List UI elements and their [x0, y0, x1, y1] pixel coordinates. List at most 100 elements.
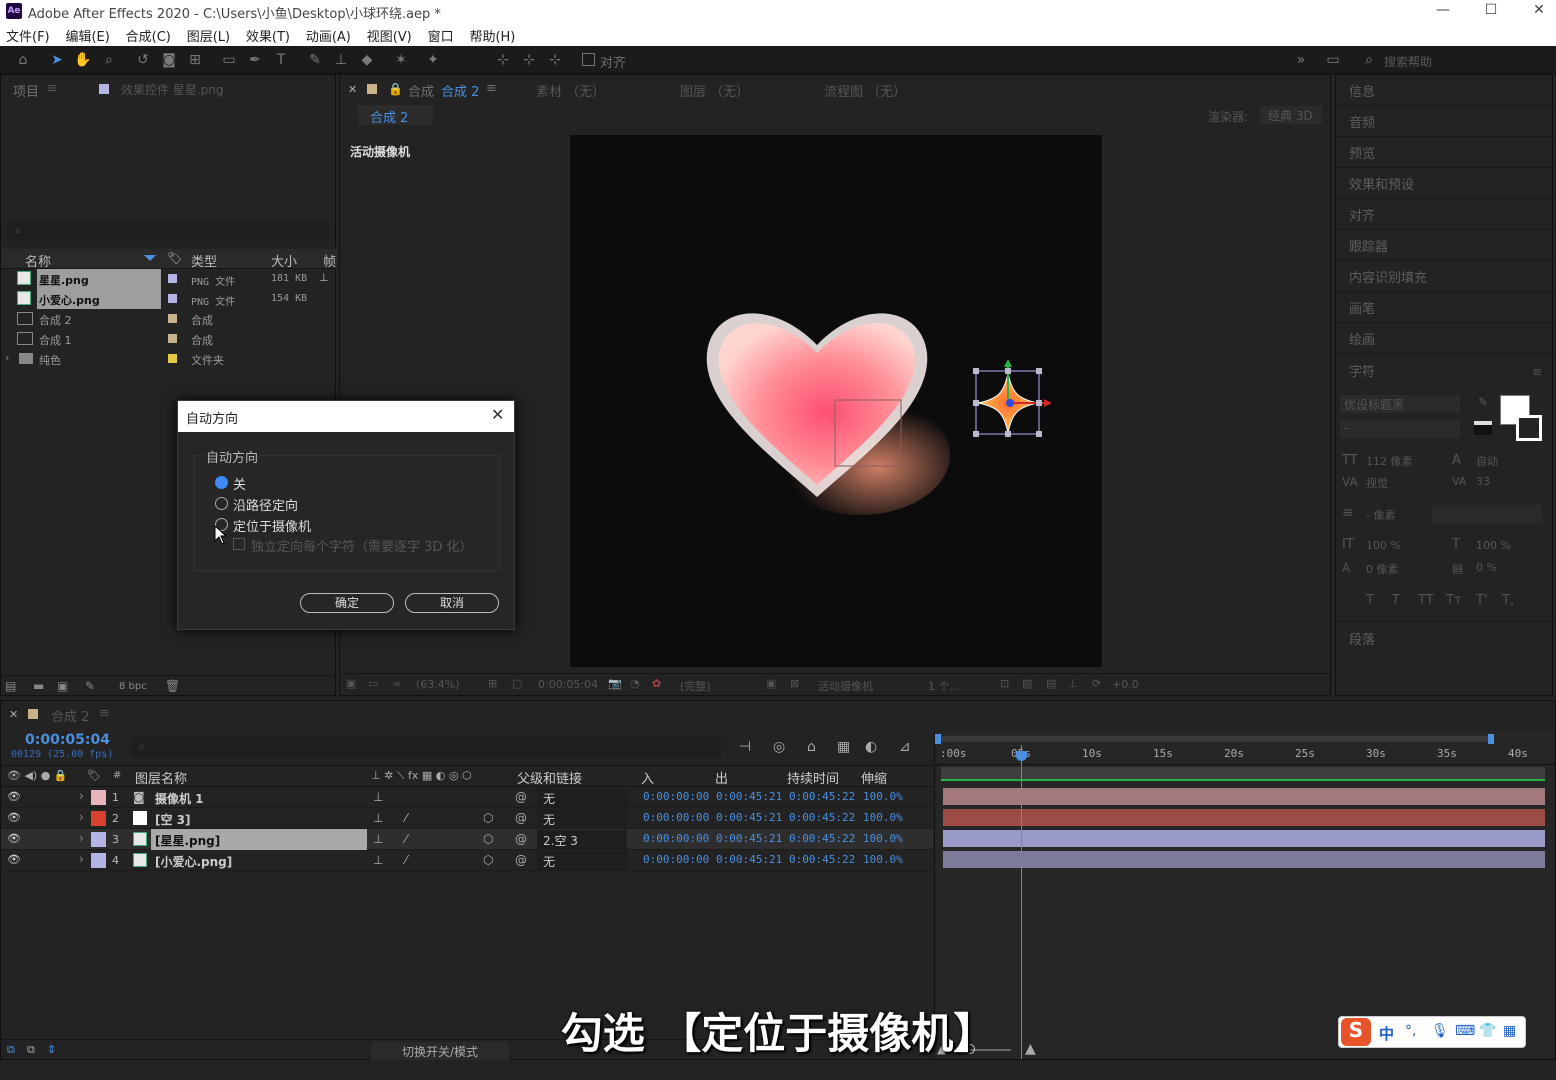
info-panel-tab[interactable]: 信息 — [1336, 75, 1554, 106]
interpret-footage-icon[interactable]: ▤ — [5, 679, 16, 693]
frame-blending-icon[interactable]: ▦ — [837, 739, 850, 755]
col-name[interactable]: 名称 — [25, 251, 51, 270]
col-layer-name[interactable]: 图层名称 — [135, 768, 187, 787]
zoom-select[interactable]: (63.4%) — [416, 678, 460, 691]
radio-off[interactable] — [215, 476, 228, 489]
panel-menu-icon[interactable]: ≡ — [486, 81, 497, 96]
project-item[interactable]: › 纯色 文件夹 — [1, 349, 337, 369]
layer-out[interactable]: 0:00:45:21 — [716, 853, 782, 866]
shy-switch-icon[interactable]: ⊥ — [373, 790, 383, 804]
toolbox-icon[interactable]: ▦ — [1503, 1023, 1516, 1039]
brushes-panel-tab[interactable]: 画笔 — [1336, 292, 1554, 323]
type-tool-icon[interactable]: T — [272, 51, 290, 69]
panel-menu-icon[interactable]: ≡ — [99, 706, 110, 721]
pickwhip-icon[interactable]: @ — [515, 832, 527, 846]
layer-name[interactable]: [小爱心.png] — [155, 853, 232, 870]
layer-stretch[interactable]: 100.0% — [863, 811, 903, 824]
rotate-tool-icon[interactable]: ↺ — [134, 51, 152, 69]
fast-preview-icon[interactable]: ▧ — [1022, 677, 1032, 690]
selection-tool-icon[interactable]: ➤ — [48, 51, 66, 69]
tsume-value[interactable]: 0 % — [1476, 561, 1497, 574]
expand-chevron-icon[interactable]: › — [5, 351, 9, 364]
tracking-value[interactable]: 33 — [1476, 475, 1490, 488]
tab-effect-controls[interactable]: 效果控件 星星.png — [121, 81, 223, 98]
menu-effect[interactable]: 效果(T) — [240, 22, 296, 45]
handle[interactable] — [1036, 400, 1042, 406]
col-size[interactable]: 大小 — [271, 251, 297, 270]
close-tab-icon[interactable]: ✕ — [348, 83, 357, 96]
layer-duration[interactable]: 0:00:45:22 — [789, 790, 855, 803]
radio-off-label[interactable]: 关 — [233, 474, 246, 493]
menu-window[interactable]: 窗口 — [422, 22, 460, 45]
layer-row[interactable]: 👁 › 1 ◙ 摄像机 1 ⊥ @ 无 0:00:00:00 0:00:45:2… — [1, 787, 933, 808]
trash-icon[interactable]: 🗑 — [165, 679, 180, 693]
stroke-width-value[interactable]: - 像素 — [1366, 507, 1395, 523]
col-duration[interactable]: 持续时间 — [787, 768, 839, 787]
rectangle-tool-icon[interactable]: ▭ — [220, 51, 238, 69]
color-channel-icon[interactable]: ✿ — [652, 677, 661, 690]
parent-select[interactable]: 无 — [537, 788, 627, 807]
comp-viewport[interactable] — [570, 135, 1102, 667]
layer-out[interactable]: 0:00:45:21 — [716, 832, 782, 845]
layer-duration[interactable]: 0:00:45:22 — [789, 853, 855, 866]
audio-panel-tab[interactable]: 音频 — [1336, 106, 1554, 137]
cancel-button[interactable]: 取消 — [405, 593, 499, 613]
layer-in[interactable]: 0:00:00:00 — [643, 790, 709, 803]
col-type[interactable]: 类型 — [191, 251, 217, 270]
mask-icon[interactable]: ▢ — [512, 677, 522, 690]
faux-italic-button[interactable]: T — [1392, 593, 1400, 608]
microphone-icon[interactable]: 🎙 — [1431, 1023, 1449, 1039]
effects-presets-tab[interactable]: 效果和预设 — [1336, 168, 1554, 199]
handle[interactable] — [1036, 431, 1042, 437]
layer-bar[interactable] — [943, 809, 1545, 826]
paragraph-panel-tab[interactable]: 段落 — [1349, 629, 1375, 648]
project-item[interactable]: 小爱心.png PNG 文件 154 KB — [1, 289, 337, 309]
new-composition-icon[interactable]: ▣ — [57, 679, 68, 693]
search-help-input[interactable]: 搜索帮助 — [1384, 53, 1432, 70]
clone-stamp-tool-icon[interactable]: ⊥ — [332, 51, 350, 69]
menu-layer[interactable]: 图层(L) — [181, 22, 236, 45]
close-tab-icon[interactable]: ✕ — [9, 708, 18, 721]
menu-edit[interactable]: 编辑(E) — [59, 22, 115, 45]
vr-icon[interactable]: ∞ — [392, 677, 401, 690]
expand-chevron-icon[interactable]: › — [79, 810, 84, 824]
pickwhip-icon[interactable]: @ — [515, 790, 527, 804]
ime-language[interactable]: 中 — [1379, 1023, 1394, 1044]
project-item[interactable]: 合成 2 合成 — [1, 309, 337, 329]
shy-switch-icon[interactable]: ⊥ — [373, 811, 383, 825]
shy-switch-icon[interactable]: ⊥ — [373, 832, 383, 846]
font-family-select[interactable]: 优设标题黑 — [1340, 395, 1460, 413]
label-tag-icon[interactable]: 🏷 — [167, 251, 182, 265]
align-checkbox[interactable] — [582, 53, 595, 66]
col-stretch[interactable]: 伸缩 — [861, 768, 887, 787]
leading-value[interactable]: 自动 — [1476, 453, 1498, 469]
zoom-tool-icon[interactable]: ⌕ — [100, 51, 118, 69]
stroke-none-swatch[interactable] — [1474, 421, 1492, 435]
transparency-grid-icon[interactable]: ⊠ — [790, 677, 799, 690]
kerning-value[interactable]: 视觉 — [1366, 475, 1388, 491]
tab-footage[interactable]: 素材 （无） — [536, 81, 605, 100]
paint-panel-tab[interactable]: 绘画 — [1336, 323, 1554, 354]
expand-chevron-icon[interactable]: › — [79, 852, 84, 866]
menu-composition[interactable]: 合成(C) — [120, 22, 177, 45]
col-in[interactable]: 入 — [641, 768, 654, 787]
character-panel-tab[interactable]: 字符 — [1336, 355, 1554, 386]
puppet-pin-tool-icon[interactable]: ✦ — [424, 51, 442, 69]
pickwhip-icon[interactable]: @ — [515, 811, 527, 825]
lock-icon[interactable]: 🔒 — [388, 82, 403, 96]
layer-in[interactable]: 0:00:00:00 — [643, 832, 709, 845]
ok-button[interactable]: 确定 — [300, 593, 394, 613]
sogou-logo-icon[interactable]: S — [1341, 1018, 1371, 1046]
3d-layer-switch-icon[interactable]: ⬡ — [483, 811, 493, 825]
comp-mini-flowchart-icon[interactable]: ⊣ — [739, 739, 751, 755]
layer-stretch[interactable]: 100.0% — [863, 832, 903, 845]
radio-orient-towards-camera-label[interactable]: 定位于摄像机 — [233, 516, 311, 535]
local-axis-icon[interactable]: ⊹ — [494, 51, 512, 69]
layer-row[interactable]: 👁 › 2 [空 3] ⊥ ⁄ ⬡ @ 无 0:00:00:00 0:00:45… — [1, 808, 933, 829]
layer-label-color[interactable] — [91, 832, 106, 847]
visibility-eye-icon[interactable]: 👁 — [7, 790, 21, 803]
layer-search-input[interactable]: ⌕ — [131, 737, 721, 757]
subscript-button[interactable]: T, — [1502, 593, 1514, 608]
preview-panel-tab[interactable]: 预览 — [1336, 137, 1554, 168]
layer-name[interactable]: [星星.png] — [151, 829, 367, 850]
